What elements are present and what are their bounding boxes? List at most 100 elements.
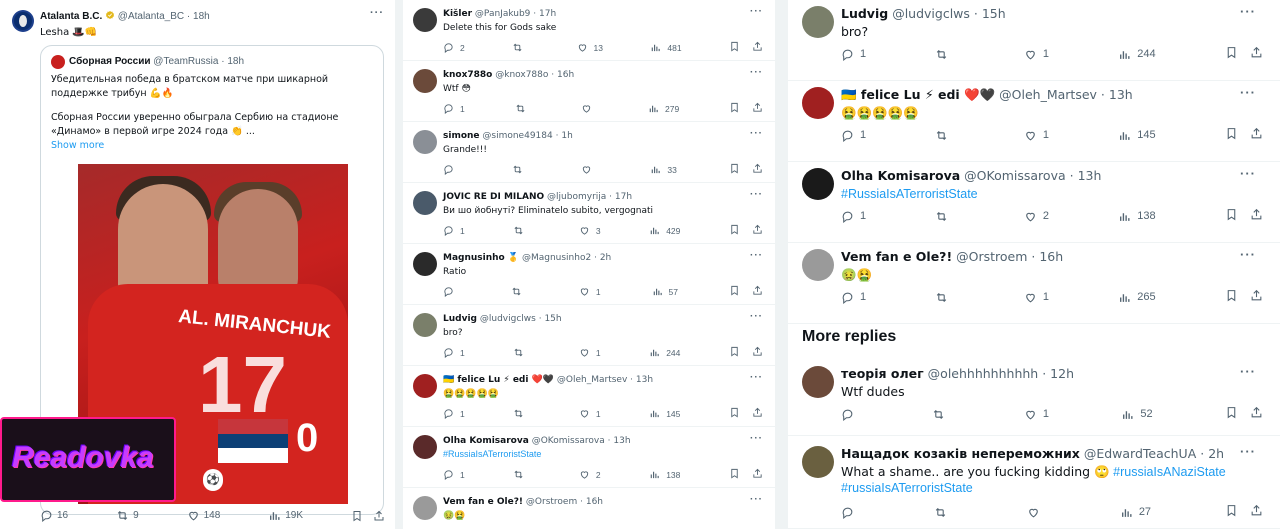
more-icon[interactable]: ··· — [1240, 4, 1256, 19]
repost-button[interactable] — [513, 225, 530, 236]
reply-row[interactable]: Vem fan e Ole?! @Orstroem · 16h ··· 🤢🤮 — [403, 488, 775, 529]
repost-button[interactable] — [513, 347, 530, 358]
bookmark-button[interactable] — [1225, 406, 1238, 422]
reply-button[interactable]: 1 — [841, 129, 866, 142]
share-button[interactable] — [752, 285, 763, 298]
like-button[interactable] — [581, 164, 598, 175]
share-button[interactable] — [752, 163, 763, 176]
share-button[interactable] — [1250, 504, 1263, 520]
reply-author-handle[interactable]: @Orstroem — [526, 497, 577, 507]
reply-time[interactable]: 16h — [557, 70, 574, 80]
reply-row[interactable]: simone @simone49184 · 1h ··· Grande!!! 33 — [403, 122, 775, 183]
reply-time[interactable]: 1h — [561, 131, 572, 141]
like-button[interactable]: 1 — [1024, 408, 1049, 421]
reply-author-handle[interactable]: @Orstroem — [956, 249, 1027, 264]
reply-avatar[interactable] — [413, 252, 437, 276]
reply-author-handle[interactable]: @knox788o — [495, 70, 548, 80]
like-button[interactable]: 1 — [579, 347, 601, 358]
like-button[interactable]: 3 — [579, 225, 601, 236]
repost-button[interactable] — [512, 42, 529, 53]
reply-button[interactable] — [443, 286, 460, 297]
author-handle[interactable]: @Atalanta_BC — [118, 11, 184, 22]
reply-button[interactable]: 1 — [841, 48, 866, 61]
bookmark-button[interactable] — [729, 224, 740, 237]
reply-author-name[interactable]: JOVIC RE DI MILANO — [443, 192, 544, 202]
reply-row[interactable]: Vem fan e Ole?! @Orstroem · 16h ··· 🤢🤮 1 1 26… — [788, 243, 1280, 324]
reply-time[interactable]: 13h — [636, 375, 653, 385]
reply-author-handle[interactable]: @PanJakub9 — [475, 9, 531, 19]
reply-avatar[interactable] — [413, 130, 437, 154]
like-button[interactable]: 1 — [579, 286, 601, 297]
bookmark-button[interactable] — [1225, 504, 1238, 520]
share-button[interactable] — [752, 224, 763, 237]
reply-avatar[interactable] — [413, 496, 437, 520]
more-icon[interactable]: ··· — [1240, 444, 1256, 459]
reply-author-handle[interactable]: @Oleh_Martsev — [999, 87, 1097, 102]
repost-button[interactable] — [935, 210, 954, 223]
reply-author-name[interactable]: knox788o — [443, 70, 492, 80]
reply-button[interactable]: 1 — [443, 103, 465, 114]
bookmark-button[interactable] — [729, 346, 740, 359]
bookmark-icon[interactable] — [351, 510, 363, 522]
views-button[interactable]: 138 — [1118, 210, 1156, 223]
reply-author-name[interactable]: Kišler — [443, 9, 472, 19]
reply-button[interactable]: 1 — [443, 408, 465, 419]
views-button[interactable]: 33 — [650, 164, 677, 175]
reply-avatar[interactable] — [413, 8, 437, 32]
repost-button[interactable] — [935, 291, 954, 304]
reply-time[interactable]: 17h — [539, 9, 556, 19]
share-icon[interactable] — [373, 510, 385, 522]
more-icon[interactable]: ··· — [750, 67, 763, 78]
reply-row[interactable]: 🇺🇦 felice Lu ⚡ edi ❤️🖤 @Oleh_Martsev · 1… — [788, 81, 1280, 162]
more-icon[interactable]: ··· — [750, 311, 763, 322]
reply-row[interactable]: 🇺🇦 felice Lu ⚡ edi ❤️🖤 @Oleh_Martsev · 1… — [403, 366, 775, 427]
reply-row[interactable]: knox788o @knox788o · 16h ··· Wtf 😳 1 279 — [403, 61, 775, 122]
share-button[interactable] — [1250, 208, 1263, 224]
reply-avatar[interactable] — [802, 249, 834, 281]
reply-author-name[interactable]: simone — [443, 131, 480, 141]
reply-author-name[interactable]: Ludvig — [841, 6, 888, 21]
reply-time[interactable]: 12h — [1050, 366, 1074, 381]
reply-time[interactable]: 13h — [1109, 87, 1133, 102]
reply-row[interactable]: теорія олег @olehhhhhhhhhh · 12h ··· Wtf d… — [788, 360, 1280, 436]
reply-author-name[interactable]: теорія олег — [841, 366, 924, 381]
reply-author-name[interactable]: Нащадок козаків непереможних — [841, 446, 1080, 461]
reply-author-handle[interactable]: @Oleh_Martsev — [557, 375, 627, 385]
like-button[interactable] — [1027, 506, 1046, 519]
reply-row[interactable]: JOVIC RE DI MILANO @ljubomyrija · 17h ···… — [403, 183, 775, 244]
more-icon[interactable]: ··· — [1240, 364, 1256, 379]
repost-button[interactable] — [935, 48, 954, 61]
more-icon[interactable]: ··· — [1240, 85, 1256, 100]
reply-time[interactable]: 16h — [586, 497, 603, 507]
reply-button[interactable]: 1 — [841, 210, 866, 223]
like-button[interactable]: 1 — [1024, 291, 1049, 304]
reply-time[interactable]: 13h — [1078, 168, 1102, 183]
reply-author-name[interactable]: Olha Komisarova — [443, 436, 529, 446]
reply-button[interactable]: 2 — [443, 42, 465, 53]
reply-button[interactable] — [841, 408, 860, 421]
reply-button[interactable]: 1 — [443, 347, 465, 358]
reply-time[interactable]: 16h — [1039, 249, 1063, 264]
reply-time[interactable]: 17h — [615, 192, 632, 202]
reply-time[interactable]: 2h — [1208, 446, 1224, 461]
reply-row[interactable]: Olha Komisarova @OKomissarova · 13h ··· #R… — [403, 427, 775, 488]
reply-author-name[interactable]: Ludvig — [443, 314, 477, 324]
repost-button[interactable]: 9 — [116, 509, 139, 522]
more-icon[interactable]: ··· — [750, 372, 763, 383]
share-button[interactable] — [752, 407, 763, 420]
reply-author-name[interactable]: Vem fan e Ole?! — [443, 497, 523, 507]
bookmark-button[interactable] — [1225, 289, 1238, 305]
reply-author-handle[interactable]: @EdwardTeachUA — [1084, 446, 1196, 461]
atalanta-avatar[interactable] — [12, 10, 34, 32]
reply-avatar[interactable] — [413, 435, 437, 459]
hashtag-link[interactable]: #RussiaIsATerroristState — [841, 187, 978, 201]
more-icon[interactable]: ··· — [750, 250, 763, 261]
reply-author-handle[interactable]: @ljubomyrija — [547, 192, 606, 202]
reply-avatar[interactable] — [802, 87, 834, 119]
like-button[interactable]: 1 — [579, 408, 601, 419]
more-icon[interactable]: ··· — [750, 494, 763, 505]
reply-row[interactable]: Ludvig @ludvigclws · 15h ··· bro? 1 1 244 — [403, 305, 775, 366]
like-button[interactable]: 1 — [1024, 48, 1049, 61]
views-button[interactable]: 57 — [652, 286, 678, 297]
like-button[interactable]: 1 — [1024, 129, 1049, 142]
